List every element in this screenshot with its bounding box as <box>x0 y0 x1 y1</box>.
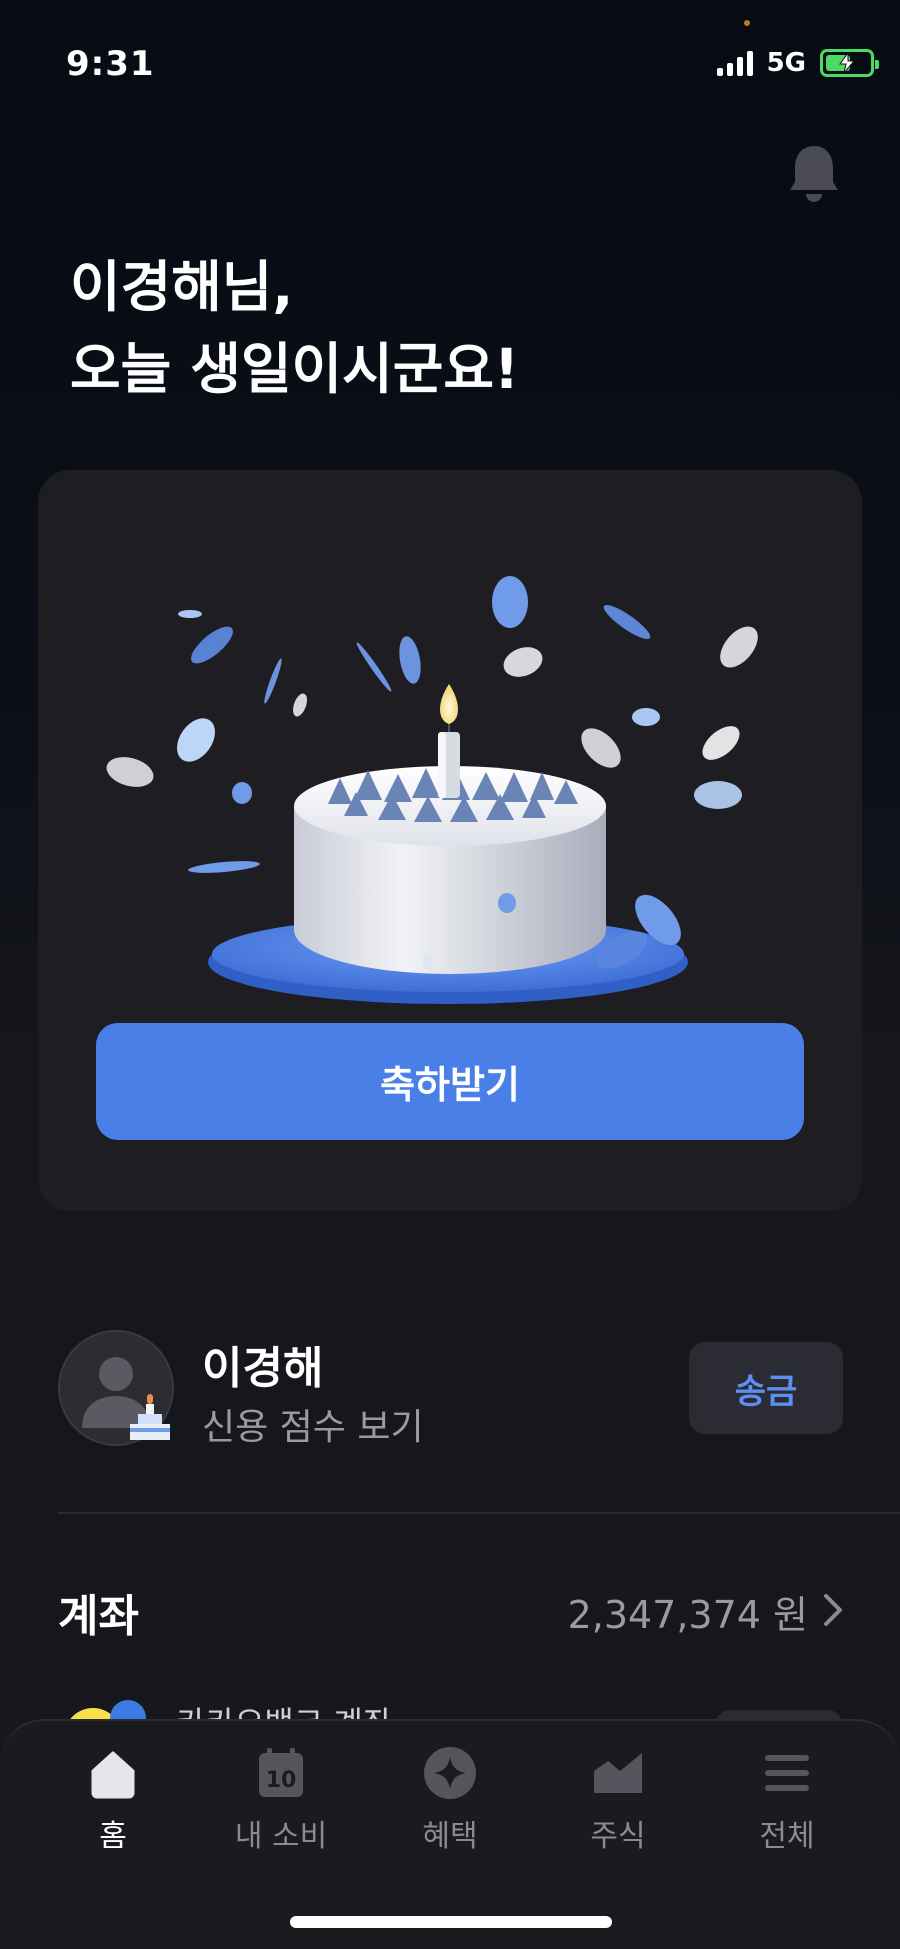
signal-icon <box>716 50 753 76</box>
tab-benefits[interactable]: 혜택 <box>375 1745 525 1865</box>
privacy-indicator <box>744 20 750 26</box>
credit-score-link[interactable]: 신용 점수 보기 <box>202 1398 424 1450</box>
status-bar: 9:31 5G <box>0 0 900 120</box>
celebrate-button[interactable]: 축하받기 <box>96 1023 804 1140</box>
tab-label: 전체 <box>759 1819 815 1854</box>
greeting: 이경해님, 오늘 생일이시군요! <box>70 246 519 410</box>
birthday-cake-illustration <box>106 576 758 1004</box>
accounts-total: 2,347,374 원 <box>567 1593 808 1637</box>
home-indicator <box>290 1916 612 1928</box>
tab-all[interactable]: 전체 <box>712 1745 862 1865</box>
calendar-badge: 10 <box>266 1768 297 1793</box>
tab-bar: 홈 10 내 소비 혜택 주식 전체 <box>0 1719 900 1949</box>
greeting-line-1: 이경해님, <box>70 255 294 319</box>
charging-bolt-icon <box>839 53 855 73</box>
chevron-right-icon[interactable] <box>818 1590 848 1630</box>
tab-label: 홈 <box>99 1819 127 1854</box>
tab-stocks[interactable]: 주식 <box>543 1745 693 1865</box>
menu-icon <box>765 1755 809 1791</box>
birthday-cake-icon <box>130 1394 170 1440</box>
calendar-icon: 10 <box>259 1748 303 1797</box>
send-money-button[interactable]: 송금 <box>689 1342 843 1434</box>
home-icon <box>91 1751 135 1799</box>
tab-label: 주식 <box>590 1819 646 1854</box>
chart-icon <box>594 1753 642 1793</box>
birthday-card: 축하받기 <box>38 470 862 1211</box>
accounts-title: 계좌 <box>58 1591 139 1642</box>
bell-icon[interactable] <box>788 144 840 204</box>
profile-row[interactable]: 이경해 신용 점수 보기 송금 <box>0 1320 900 1470</box>
greeting-line-2: 오늘 생일이시군요! <box>70 337 520 401</box>
tab-label: 내 소비 <box>234 1819 328 1854</box>
tab-home[interactable]: 홈 <box>38 1745 188 1865</box>
divider <box>58 1512 900 1514</box>
tab-label: 혜택 <box>422 1819 478 1854</box>
profile-name: 이경해 <box>202 1343 324 1394</box>
status-icons: 5G <box>716 48 879 78</box>
battery-icon <box>820 49 879 77</box>
network-type: 5G <box>766 48 806 78</box>
accounts-header[interactable]: 계좌 2,347,374 원 <box>0 1570 900 1650</box>
sparkle-icon <box>424 1747 476 1799</box>
tab-spending[interactable]: 10 내 소비 <box>206 1745 356 1865</box>
status-time: 9:31 <box>66 44 155 84</box>
